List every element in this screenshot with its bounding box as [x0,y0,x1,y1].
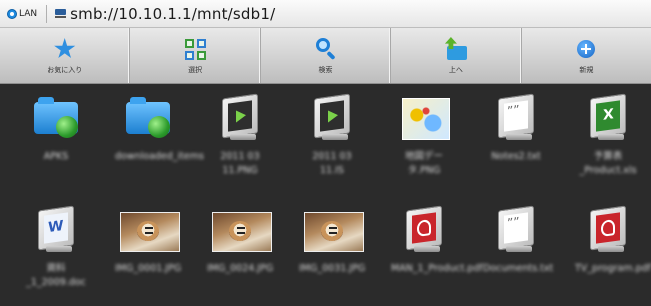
file-item[interactable]: downloaded_items [113,94,204,164]
select-button[interactable]: 選択 [130,28,261,83]
file-name: Documents.txt [483,263,554,274]
file-name: 2011 03 11.PNG [220,151,260,176]
file-manager-window: LAN smb://10.10.1.1/mnt/sdb1/ お気に入り 選択 検… [0,0,651,306]
search-button[interactable]: 検索 [261,28,392,83]
file-name: MAN_1_Product.pdf [391,263,483,274]
photo-thumbnail [118,206,180,254]
favorites-button[interactable]: お気に入り [0,28,131,83]
file-item[interactable]: 地図データ.PNG [389,94,459,178]
pdf-file-icon [578,205,638,254]
network-folder-icon [118,94,178,142]
file-name: 2011 03 11.IS [312,151,352,176]
file-grid: APKS downloaded_items 2011 03 11.PNG 201… [0,84,651,306]
address-bar: LAN smb://10.10.1.1/mnt/sdb1/ [0,0,651,28]
network-label: LAN [19,8,38,19]
search-icon [314,37,338,61]
star-icon [53,37,77,61]
file-item[interactable]: APKS [21,94,91,164]
text-file-icon [486,93,546,142]
video-file-icon [302,93,362,142]
network-folder-icon [26,94,86,142]
photo-thumbnail [302,206,364,254]
file-name: IMG_0024.JPG [207,263,274,274]
photo-thumbnail [210,206,272,254]
file-name: IMG_0031.JPG [299,263,366,274]
select-grid-icon [183,37,207,61]
file-item[interactable]: 予算表_Product.xls [573,93,643,178]
new-icon [574,37,598,61]
word-file-icon [26,205,86,254]
file-name: IMG_0001.JPG [115,263,182,274]
file-name: 予算表_Product.xls [579,151,637,176]
up-folder-icon [444,37,468,61]
new-label: 新規 [579,66,594,74]
pdf-file-icon [394,205,454,254]
file-item[interactable]: IMG_0024.JPG [205,206,275,276]
address-divider [46,4,48,23]
file-name: downloaded_items [115,151,204,162]
file-item[interactable]: 資料_1_2009.doc [21,205,91,290]
map-image-icon [394,94,454,142]
excel-file-icon [578,93,638,142]
up-label: 上へ [448,66,463,74]
file-item[interactable]: Documents.txt [481,205,554,276]
current-path[interactable]: smb://10.10.1.1/mnt/sdb1/ [70,5,275,23]
video-file-icon [210,93,270,142]
select-label: 選択 [188,66,203,74]
file-item[interactable]: TV_program.pdf [573,205,651,276]
drive-icon [55,9,67,18]
toolbar: お気に入り 選択 検索 上へ 新規 [0,28,651,84]
file-item[interactable]: 2011 03 11.PNG [205,93,275,178]
file-name: 資料_1_2009.doc [26,263,86,288]
text-file-icon [486,205,546,254]
favorites-label: お気に入り [47,66,83,74]
file-name: TV_program.pdf [575,263,651,274]
file-item[interactable]: IMG_0001.JPG [113,206,183,276]
file-name: Notes2.txt [491,151,541,162]
network-switch[interactable]: LAN [7,0,37,28]
file-name: 地図データ.PNG [404,151,443,176]
search-label: 検索 [318,66,333,74]
file-item[interactable]: 2011 03 11.IS [297,93,367,178]
file-item[interactable]: MAN_1_Product.pdf [389,205,483,276]
up-button[interactable]: 上へ [391,28,522,83]
file-item[interactable]: IMG_0031.JPG [297,206,367,276]
new-button[interactable]: 新規 [522,28,651,83]
file-item[interactable]: Notes2.txt [481,93,551,164]
file-name: APKS [43,151,69,162]
network-icon [7,8,17,19]
